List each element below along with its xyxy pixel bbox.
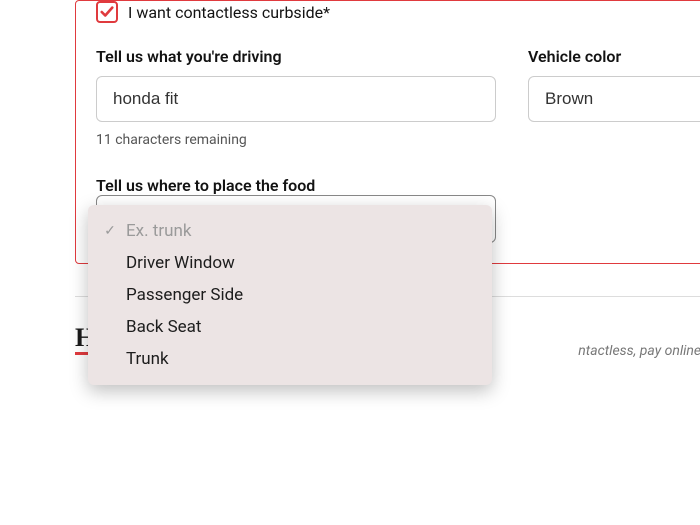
- place-option-placeholder: ✓ Ex. trunk: [88, 215, 492, 247]
- contactless-checkbox-label: I want contactless curbside*: [128, 3, 330, 22]
- curbside-form-card: I want contactless curbside* Tell us wha…: [75, 0, 700, 264]
- place-dropdown-menu: ✓ Ex. trunk Driver Window Passenger Side…: [88, 205, 492, 385]
- fields-row: Tell us what you're driving 11 character…: [96, 47, 700, 148]
- vehicle-field-group: Tell us what you're driving 11 character…: [96, 47, 496, 148]
- place-option-label: Trunk: [126, 349, 169, 369]
- place-label: Tell us where to place the food: [96, 176, 315, 195]
- place-option-label: Driver Window: [126, 253, 235, 273]
- color-input[interactable]: [528, 76, 700, 122]
- place-option-label: Back Seat: [126, 317, 202, 337]
- vehicle-input[interactable]: [96, 76, 496, 122]
- color-field-group: Vehicle color: [528, 47, 700, 148]
- contactless-hint: ntactless, pay online with a credi: [578, 343, 700, 359]
- color-label: Vehicle color: [528, 47, 700, 66]
- place-dropdown-wrap: ✓ Ex. trunk Driver Window Passenger Side…: [96, 195, 496, 243]
- place-option-driver-window[interactable]: Driver Window: [88, 247, 492, 279]
- place-option-back-seat[interactable]: Back Seat: [88, 311, 492, 343]
- place-option-placeholder-label: Ex. trunk: [126, 221, 192, 241]
- place-option-label: Passenger Side: [126, 285, 243, 305]
- contactless-checkbox-row: I want contactless curbside*: [96, 1, 700, 23]
- check-icon: ✓: [102, 223, 118, 239]
- place-option-passenger-side[interactable]: Passenger Side: [88, 279, 492, 311]
- place-field-group: Tell us where to place the food ✓ Ex. tr…: [96, 176, 496, 243]
- contactless-checkbox[interactable]: [96, 1, 118, 23]
- place-option-trunk[interactable]: Trunk: [88, 343, 492, 375]
- checkmark-icon: [100, 5, 114, 19]
- vehicle-label: Tell us what you're driving: [96, 47, 496, 66]
- vehicle-remaining: 11 characters remaining: [96, 132, 496, 148]
